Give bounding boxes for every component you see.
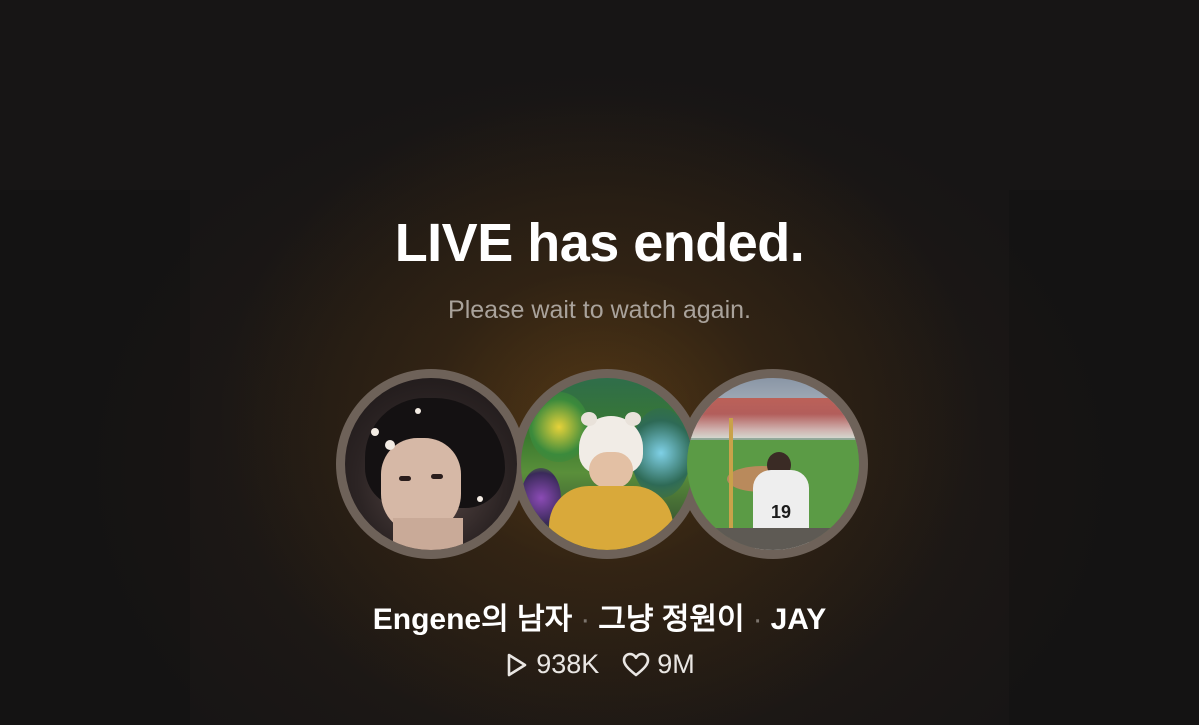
sparkle-icon bbox=[371, 428, 379, 436]
host-avatar-1[interactable] bbox=[345, 378, 517, 550]
live-ended-screen: LIVE has ended. Please wait to watch aga… bbox=[0, 0, 1199, 725]
host-name-3[interactable]: JAY bbox=[771, 603, 827, 636]
host-avatar-3[interactable]: 19 bbox=[687, 378, 859, 550]
live-ended-subtitle: Please wait to watch again. bbox=[448, 296, 751, 324]
avatar-railing bbox=[687, 528, 859, 550]
host-avatar-2[interactable] bbox=[521, 378, 693, 550]
live-ended-title: LIVE has ended. bbox=[394, 213, 805, 273]
avatar-hat-ear bbox=[625, 412, 641, 426]
avatar-neck bbox=[393, 518, 463, 550]
live-stats: 938K 9M bbox=[0, 649, 1199, 680]
likes-count: 9M bbox=[657, 649, 695, 679]
host-names: Engene의 남자 · 그냥 정원이 · JAY bbox=[0, 594, 1199, 638]
jersey-number: 19 bbox=[771, 502, 792, 522]
heart-sticker-icon bbox=[385, 440, 395, 450]
sparkle-icon bbox=[415, 408, 421, 414]
avatar-face bbox=[589, 452, 633, 488]
heart-icon bbox=[621, 651, 651, 679]
avatar-eye bbox=[399, 476, 411, 481]
avatar-coat bbox=[549, 486, 673, 550]
host-name-2[interactable]: 그냥 정원이 bbox=[598, 603, 744, 636]
host-avatar-group[interactable]: 19 bbox=[336, 369, 868, 559]
host-name-1[interactable]: Engene의 남자 bbox=[373, 603, 573, 636]
views-stat: 938K bbox=[504, 649, 599, 680]
avatar-hat-ear bbox=[581, 412, 597, 426]
name-separator: · bbox=[752, 603, 763, 636]
name-separator: · bbox=[580, 603, 591, 636]
avatar-stadium-stands bbox=[687, 398, 859, 438]
avatar-trident bbox=[729, 418, 733, 538]
views-count: 938K bbox=[536, 649, 600, 679]
avatar-eye bbox=[431, 474, 443, 479]
sparkle-icon bbox=[477, 496, 483, 502]
likes-stat: 9M bbox=[621, 649, 695, 680]
play-icon bbox=[504, 651, 530, 679]
